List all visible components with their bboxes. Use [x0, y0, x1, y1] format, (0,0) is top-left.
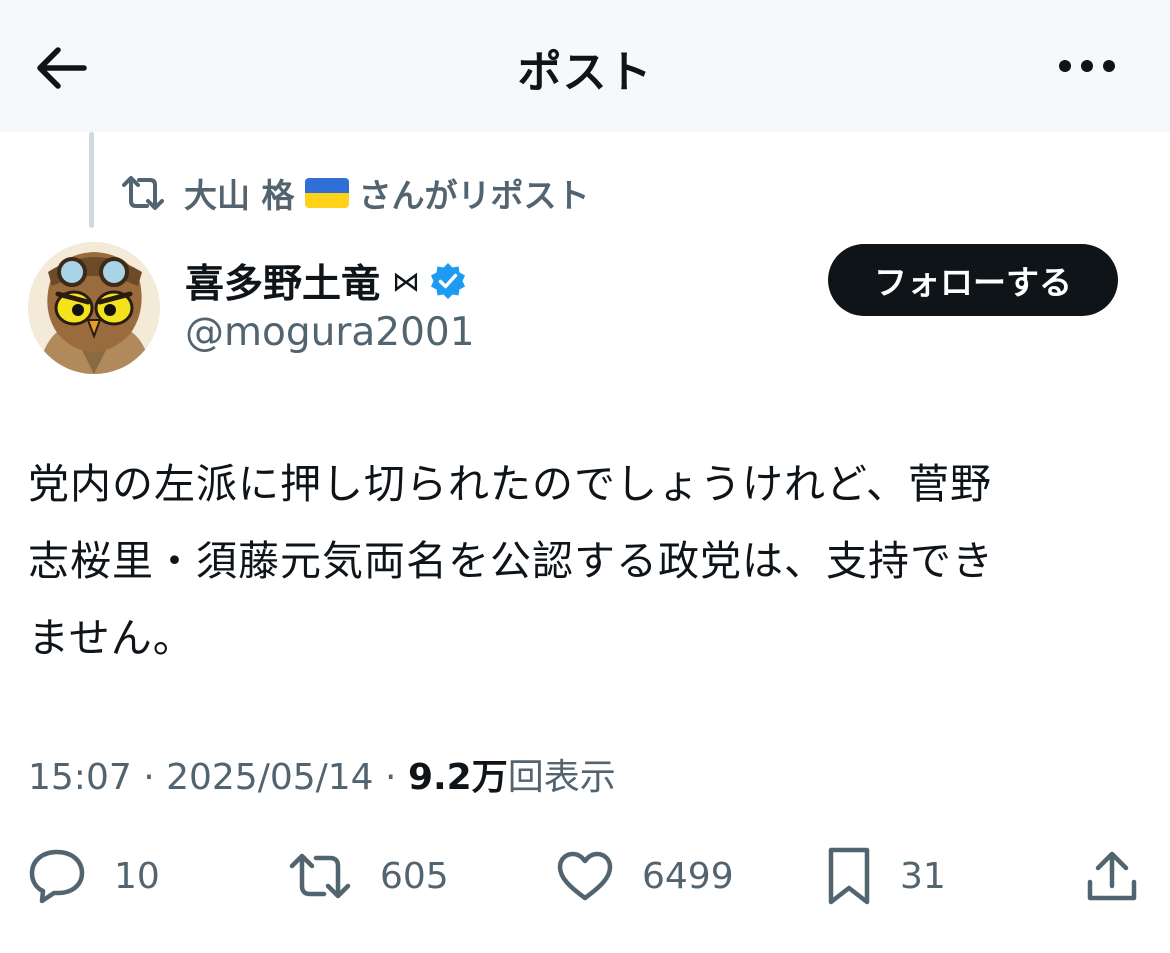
owl-avatar-image	[28, 242, 160, 374]
bookmark-count: 31	[900, 855, 946, 897]
views-count: 9.2万	[407, 757, 508, 798]
tweet-meta: 15:07 · 2025/05/14 · 9.2万回表示	[28, 748, 616, 800]
reposter-name: 大山 格	[184, 176, 295, 215]
like-count: 6499	[642, 855, 734, 897]
repost-label: さんがリポスト	[358, 176, 590, 215]
more-icon	[1059, 60, 1115, 72]
author-handle[interactable]: @mogura2001	[185, 310, 475, 355]
verified-icon	[431, 263, 466, 299]
share-button[interactable]	[1084, 838, 1168, 914]
tweet-time[interactable]: 15:07	[28, 757, 132, 798]
action-bar: 10 605 6499 31	[0, 838, 1170, 914]
reply-icon	[29, 849, 85, 904]
avatar[interactable]	[28, 242, 160, 374]
reply-count: 10	[114, 855, 160, 897]
repost-context[interactable]: 大山 格 さんがリポスト	[120, 170, 590, 216]
bookmark-icon	[828, 847, 870, 905]
meta-separator: ·	[131, 757, 167, 798]
author-name-row[interactable]: 喜多野土竜 ⋈	[185, 256, 468, 307]
like-button[interactable]: 6499	[556, 838, 734, 914]
heart-icon	[557, 851, 613, 901]
repost-button[interactable]: 605	[288, 838, 449, 914]
bookmark-button[interactable]: 31	[826, 838, 946, 914]
ukraine-flag-icon	[304, 178, 349, 208]
repost-count: 605	[380, 855, 449, 897]
more-button[interactable]	[1052, 44, 1122, 88]
author-display-name: 喜多野土竜	[185, 262, 381, 307]
thread-line	[89, 132, 94, 228]
repost-icon	[289, 853, 351, 899]
page-title: ポスト	[517, 47, 653, 98]
meta-separator: ·	[373, 757, 408, 798]
bowtie-glyph: ⋈	[392, 264, 421, 298]
reply-button[interactable]: 10	[28, 838, 160, 914]
top-bar: ポスト	[0, 0, 1170, 132]
follow-button[interactable]: フォローする	[828, 244, 1118, 316]
share-icon	[1087, 851, 1137, 901]
views-label: 回表示	[507, 757, 616, 798]
tweet-text: 党内の左派に押し切られたのでしょうけれど、菅野 志桜里・須藤元気両名を公認する政…	[28, 460, 994, 662]
tweet-date[interactable]: 2025/05/14	[166, 757, 374, 798]
repost-icon	[122, 176, 164, 210]
